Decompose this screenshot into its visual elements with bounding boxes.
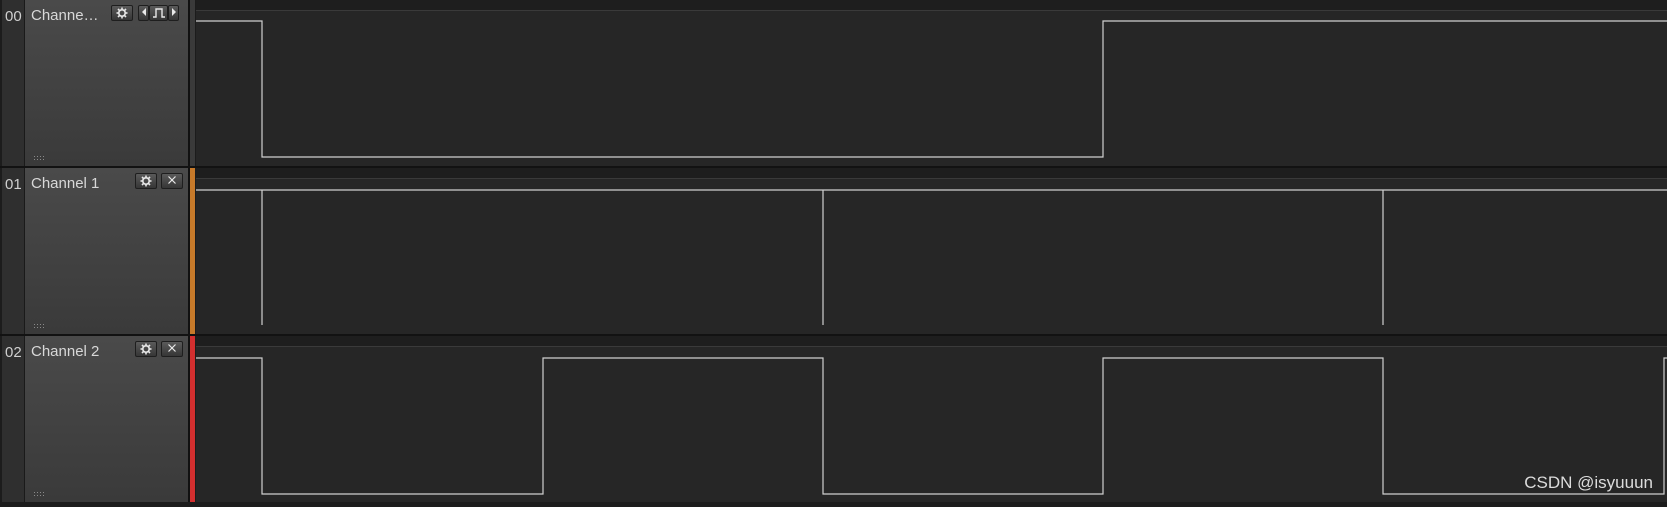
- drag-handle[interactable]: [33, 323, 46, 328]
- waveform-channel-1: [196, 168, 1667, 325]
- channel-index-cell: 00: [2, 0, 25, 166]
- remove-channel-button[interactable]: [161, 341, 183, 357]
- gear-icon: [140, 343, 152, 355]
- pulse-icon: [152, 8, 165, 18]
- signal-trace: [196, 20, 1667, 158]
- prev-edge-button[interactable]: [138, 5, 149, 21]
- drag-handle[interactable]: [33, 491, 46, 496]
- channel-label-panel[interactable]: Channel 2: [25, 336, 188, 502]
- chevron-left-icon: [141, 8, 146, 16]
- channel-label-panel[interactable]: Channe…: [25, 0, 188, 166]
- close-icon: [168, 176, 176, 184]
- channel-index: 02: [5, 344, 22, 361]
- channel-index: 00: [5, 8, 22, 25]
- next-edge-button[interactable]: [168, 5, 179, 21]
- channel-row-1: 01 Channel 1: [0, 168, 1667, 336]
- close-icon: [168, 344, 176, 352]
- remove-channel-button[interactable]: [161, 173, 183, 189]
- channel-index: 01: [5, 176, 22, 193]
- gear-icon: [140, 175, 152, 187]
- signal-trace: [196, 357, 1667, 495]
- drag-handle[interactable]: [33, 155, 46, 160]
- channel-index-cell: 01: [2, 168, 25, 334]
- gear-icon: [116, 7, 128, 19]
- channel-index-cell: 02: [2, 336, 25, 502]
- channel-color-strip: [190, 0, 195, 166]
- waveform-plot[interactable]: [196, 336, 1667, 502]
- waveform-plot[interactable]: [196, 0, 1667, 166]
- channel-color-strip: [190, 168, 195, 334]
- chevron-right-icon: [171, 8, 176, 16]
- waveform-plot[interactable]: [196, 168, 1667, 334]
- pulse-trigger-button[interactable]: [149, 5, 168, 21]
- channel-name[interactable]: Channel 1: [31, 175, 99, 192]
- channel-settings-button[interactable]: [111, 5, 133, 21]
- channel-label-panel[interactable]: Channel 1: [25, 168, 188, 334]
- logic-analyzer-window: 00 Channe… 01 Channel 1 02 Channel 2 CSD…: [0, 0, 1667, 507]
- watermark: CSDN @isyuuun: [1524, 473, 1653, 492]
- channel-name[interactable]: Channe…: [31, 7, 99, 24]
- waveform-channel-0: [196, 0, 1667, 158]
- channel-color-strip: [190, 336, 195, 502]
- channel-row-2: 02 Channel 2: [0, 336, 1667, 504]
- channel-row-0: 00 Channe…: [0, 0, 1667, 168]
- waveform-channel-2: [196, 336, 1667, 495]
- channel-settings-button[interactable]: [135, 173, 157, 189]
- channel-name[interactable]: Channel 2: [31, 343, 99, 360]
- channel-settings-button[interactable]: [135, 341, 157, 357]
